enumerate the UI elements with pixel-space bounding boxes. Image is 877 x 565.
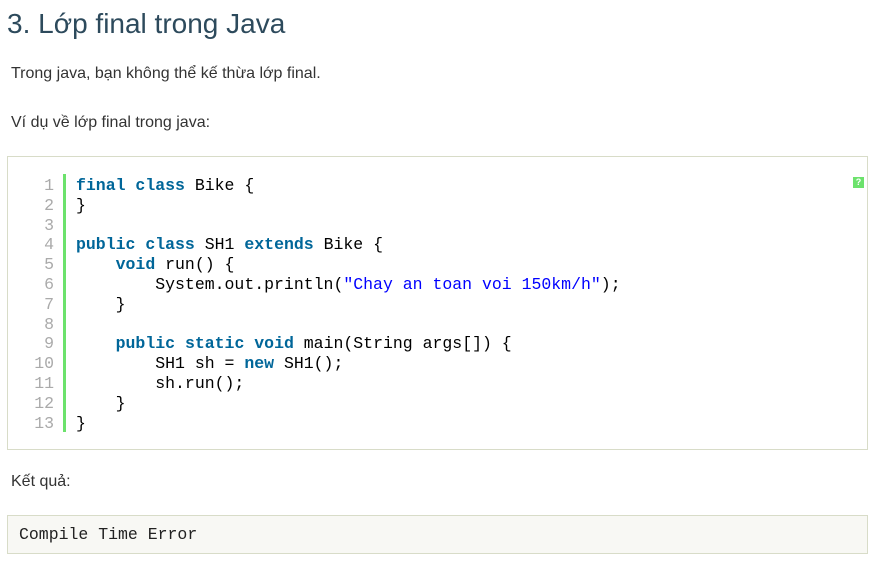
code-text: Bike {: [313, 235, 383, 255]
line-number: 2: [44, 195, 54, 215]
code-line: }: [76, 414, 621, 434]
code-line: final class Bike {: [76, 176, 621, 196]
code-line: System.out.println("Chay an toan voi 150…: [76, 274, 621, 295]
keyword: final: [76, 176, 126, 195]
intro-text: Trong java, bạn không thể kế thừa lớp fi…: [11, 65, 321, 82]
code-line: public class SH1 extends Bike {: [76, 235, 621, 255]
keyword: class: [135, 176, 185, 195]
line-number: 6: [44, 274, 54, 294]
code-text: SH1();: [274, 354, 344, 374]
keyword: static: [184, 334, 245, 354]
result-output: Compile Time Error: [7, 515, 868, 554]
code-line: SH1 sh = new SH1();: [76, 354, 621, 374]
code-text: SH1: [194, 235, 245, 255]
result-label: Kết quả:: [11, 473, 71, 490]
code-line: public static void main(String args[]) {: [76, 334, 621, 354]
line-number: 9: [44, 334, 54, 354]
page-title: 3. Lớp final trong Java: [7, 8, 286, 39]
code-text: System.out.println(: [76, 274, 344, 294]
keyword: public: [76, 235, 136, 255]
gutter-bar: [63, 174, 66, 432]
keyword: void: [254, 334, 294, 354]
example-label: Ví dụ về lớp final trong java:: [11, 114, 211, 131]
line-number: 4: [44, 235, 54, 255]
keyword: void: [115, 255, 156, 275]
code-lines: final class Bike {} public class SH1 exte…: [76, 176, 621, 433]
code-text: Bike {: [184, 176, 255, 195]
string-literal: "Chay an toan voi 150km/h": [343, 274, 601, 294]
keyword: extends: [244, 235, 314, 255]
line-number: 1: [44, 176, 54, 195]
help-icon[interactable]: ?: [853, 177, 864, 188]
line-number: 8: [44, 314, 54, 334]
line-number: 12: [34, 393, 54, 413]
code-text: );: [600, 274, 621, 294]
line-number: 3: [44, 215, 54, 235]
line-number: 5: [44, 255, 54, 275]
line-number: 7: [44, 294, 54, 314]
code-text: run() {: [155, 255, 235, 275]
code-text: }: [76, 195, 86, 215]
keyword: public: [115, 334, 176, 354]
code-line: sh.run();: [76, 374, 621, 394]
line-numbers: 1 2 3 4 5 6 7 8 9 10 11 12 13: [28, 176, 54, 433]
code-text: }: [76, 393, 126, 413]
code-block: 1 2 3 4 5 6 7 8 9 10 11 12 13 final class Bike {} pub…: [7, 156, 868, 450]
line-number: 10: [34, 354, 54, 374]
code-text: }: [76, 294, 126, 314]
line-number: 13: [34, 413, 54, 433]
keyword: new: [244, 354, 275, 374]
code-line: void run() {: [76, 255, 621, 275]
line-number: 11: [34, 373, 54, 393]
code-line: }: [76, 196, 621, 216]
keyword: class: [145, 235, 195, 255]
code-line: }: [76, 394, 621, 414]
code-text: }: [76, 413, 86, 433]
code-line: }: [76, 295, 621, 315]
code-text: main(String args[]) {: [293, 334, 512, 354]
code-text: sh.run();: [76, 373, 245, 393]
code-text: SH1 sh =: [76, 354, 245, 374]
